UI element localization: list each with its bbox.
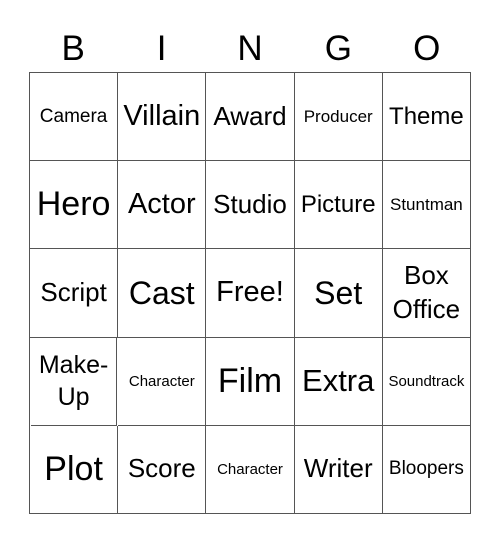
bingo-cell[interactable]: Character xyxy=(118,337,207,426)
header-letter-i: I xyxy=(156,29,167,68)
bingo-cell[interactable]: Extra xyxy=(294,337,383,426)
bingo-cell[interactable]: Script xyxy=(30,249,119,338)
bingo-cell[interactable]: Villain xyxy=(118,73,207,162)
bingo-cell[interactable]: Set xyxy=(294,249,383,338)
bingo-cell[interactable]: Writer xyxy=(294,425,383,514)
header-letter-n: N xyxy=(237,29,263,68)
bingo-cell[interactable]: Camera xyxy=(30,73,119,162)
free-space[interactable]: Free! xyxy=(206,249,295,338)
header-letter-b: B xyxy=(61,29,85,68)
bingo-cell[interactable]: Studio xyxy=(206,161,295,250)
bingo-cell[interactable]: Picture xyxy=(294,161,383,250)
bingo-cell[interactable]: Score xyxy=(118,425,207,514)
header-letter-g: G xyxy=(324,29,352,68)
bingo-cell[interactable]: Film xyxy=(206,337,295,426)
header-letter-o: O xyxy=(413,29,441,68)
bingo-cell[interactable]: Plot xyxy=(30,425,119,514)
bingo-cell[interactable]: Make- Up xyxy=(30,337,118,426)
bingo-card: Camera Villain Award Producer Theme Hero… xyxy=(29,72,471,514)
bingo-cell[interactable]: Actor xyxy=(118,161,207,250)
bingo-cell[interactable]: Character xyxy=(206,425,295,514)
bingo-cell[interactable]: Stuntman xyxy=(382,161,471,250)
bingo-cell[interactable]: Producer xyxy=(294,73,383,162)
cell-text-line: Make- xyxy=(38,350,109,379)
bingo-cell[interactable]: Cast xyxy=(118,249,207,338)
bingo-cell[interactable]: Hero xyxy=(30,161,119,250)
bingo-cell[interactable]: Bloopers xyxy=(382,425,471,514)
cell-text-line: Up xyxy=(57,383,90,412)
bingo-header: B I N G O xyxy=(29,26,471,72)
bingo-cell[interactable]: Theme xyxy=(382,73,471,162)
bingo-cell[interactable]: Soundtrack xyxy=(382,337,471,426)
bingo-cell[interactable]: Box Office xyxy=(382,249,471,338)
bingo-cell[interactable]: Award xyxy=(206,73,295,162)
